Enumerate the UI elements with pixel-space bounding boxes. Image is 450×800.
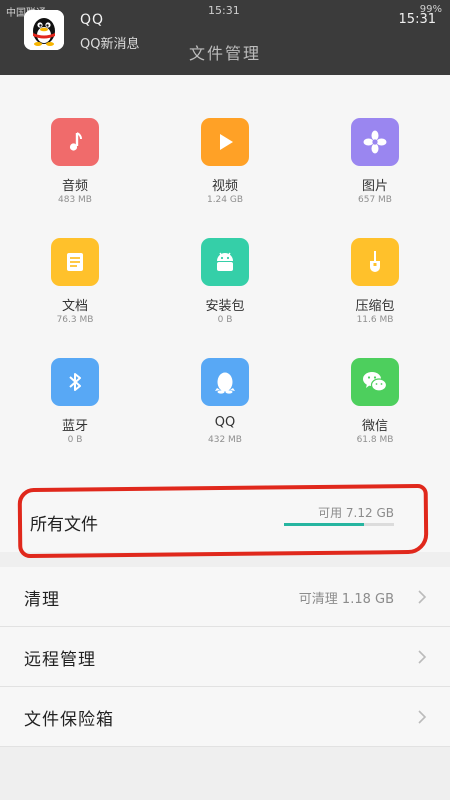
list-item-clean[interactable]: 清理 可清理 1.18 GB — [0, 567, 450, 627]
category-audio[interactable]: 音频 483 MB — [0, 75, 150, 205]
music-note-icon — [51, 118, 99, 166]
category-wechat[interactable]: 微信 61.8 MB — [300, 315, 450, 445]
category-bluetooth[interactable]: 蓝牙 0 B — [0, 315, 150, 445]
list-item-remote-management[interactable]: 远程管理 — [0, 627, 450, 687]
category-video[interactable]: 视频 1.24 GB — [150, 75, 300, 205]
header-band: 中国联通 15:31 99% QQ QQ新消息 15:31 文件管理 — [0, 0, 450, 75]
wechat-icon — [351, 358, 399, 406]
category-grid: 音频 483 MB 视频 1.24 GB 图片 657 MB 文档 76.3 M… — [0, 75, 450, 490]
category-documents[interactable]: 文档 76.3 MB — [0, 195, 150, 325]
category-images[interactable]: 图片 657 MB — [300, 75, 450, 205]
list-item-label: 远程管理 — [24, 650, 96, 670]
chevron-right-icon — [418, 650, 427, 664]
page-title: 文件管理 — [188, 44, 261, 63]
bluetooth-icon — [51, 358, 99, 406]
notification-time: 15:31 — [398, 12, 436, 27]
category-size: 0 B — [67, 435, 83, 445]
category-size: 61.8 MB — [356, 435, 394, 445]
settings-list: 清理 可清理 1.18 GB 远程管理 文件保险箱 — [0, 567, 450, 747]
list-item-label: 清理 — [24, 590, 60, 610]
category-qq[interactable]: QQ 432 MB — [150, 315, 300, 445]
storage-usage-bar — [284, 523, 394, 526]
flower-icon — [351, 118, 399, 166]
category-name: 蓝牙 — [61, 419, 88, 434]
all-files-label: 所有文件 — [30, 515, 98, 535]
chevron-right-icon — [418, 710, 427, 724]
category-name: 图片 — [361, 179, 388, 194]
storage-usage-fill — [284, 523, 365, 526]
category-archives[interactable]: 压缩包 11.6 MB — [300, 195, 450, 325]
list-item-value: 可清理 1.18 GB — [298, 592, 394, 607]
document-icon — [51, 238, 99, 286]
play-icon — [201, 118, 249, 166]
all-files-row[interactable]: 所有文件 可用 7.12 GB — [0, 490, 450, 552]
zip-icon — [351, 238, 399, 286]
category-name: 微信 — [361, 419, 388, 434]
status-clock: 15:31 — [208, 4, 240, 17]
category-name: 安装包 — [205, 299, 245, 314]
qq-penguin-icon — [201, 358, 249, 406]
list-item-file-safe[interactable]: 文件保险箱 — [0, 687, 450, 747]
chevron-right-icon — [418, 590, 427, 604]
category-size: 432 MB — [208, 435, 242, 445]
category-name: QQ — [214, 415, 236, 430]
category-installers[interactable]: 安装包 0 B — [150, 195, 300, 325]
android-icon — [201, 238, 249, 286]
status-bar: 中国联通 15:31 99% — [0, 0, 450, 22]
notification-title[interactable]: QQ — [80, 12, 104, 28]
category-name: 音频 — [61, 179, 88, 194]
list-item-label: 文件保险箱 — [24, 710, 114, 730]
category-name: 视频 — [211, 179, 238, 194]
free-space-text: 可用 7.12 GB — [318, 506, 394, 520]
category-name: 文档 — [61, 299, 88, 314]
category-name: 压缩包 — [355, 299, 395, 314]
